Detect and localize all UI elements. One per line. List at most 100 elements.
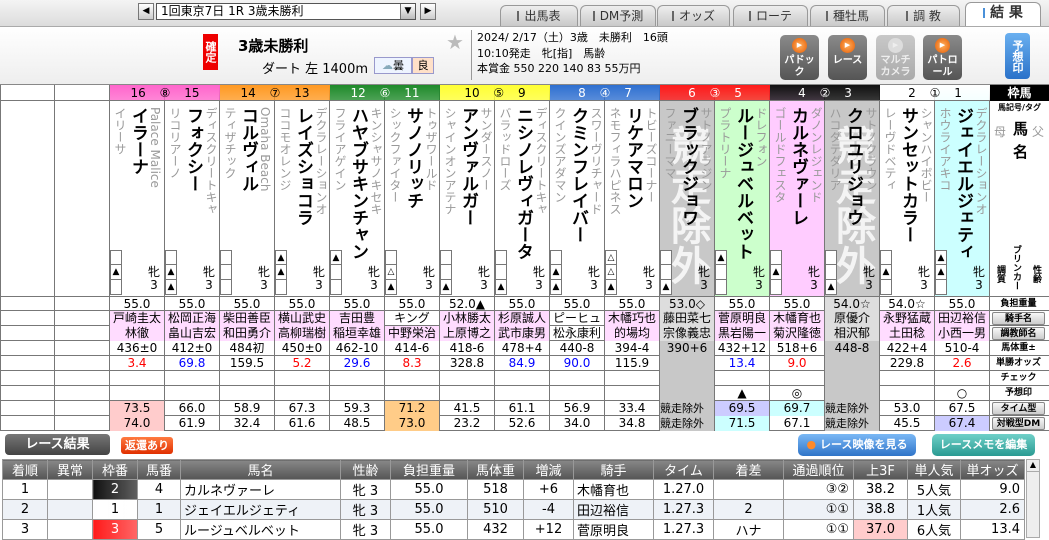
tag-box[interactable] — [770, 280, 782, 295]
video-button-0[interactable]: ▶ パドック — [780, 35, 819, 80]
check[interactable] — [660, 371, 715, 386]
tag-box[interactable]: ▲ — [605, 280, 617, 295]
tag-box[interactable]: ▲ — [660, 280, 672, 295]
star-icon[interactable]: ★ — [446, 30, 464, 54]
tag-box[interactable]: ▲ — [165, 265, 177, 280]
tag-box[interactable]: ▲ — [110, 265, 122, 280]
tag-box[interactable]: ▲ — [275, 250, 287, 265]
tag-box[interactable] — [330, 265, 342, 280]
tag-box[interactable] — [330, 280, 342, 295]
tag-box[interactable]: ▲ — [385, 280, 397, 295]
horse-name[interactable]: レイズショコラ — [293, 107, 313, 226]
check[interactable] — [220, 371, 275, 386]
horse-column[interactable]: ホウライアキコ ジェイエルジェティ デクラレーションオ ▲ ▲ 牝3 — [935, 85, 990, 296]
results-scrollbar[interactable]: ▲ — [1026, 459, 1040, 538]
check[interactable] — [550, 371, 605, 386]
tab-5[interactable]: 調 教 — [887, 5, 960, 26]
tab-1[interactable]: DM予測 — [580, 5, 656, 26]
tag-box[interactable] — [495, 265, 507, 280]
tag-box[interactable]: ▲ — [935, 265, 947, 280]
tag-box[interactable] — [825, 250, 837, 265]
horse-column[interactable]: ココモオレンジ レイズショコラ デクラレーションオ ▲ ▲ 牝3 — [275, 85, 330, 296]
horse-name[interactable]: ニシノレヴィガータ — [513, 107, 533, 260]
column-header[interactable]: 着差 — [713, 459, 784, 480]
tag-box[interactable] — [715, 265, 727, 280]
tab-6[interactable]: 結 果 — [965, 2, 1041, 26]
column-header[interactable]: 騎手 — [573, 459, 654, 480]
tag-box[interactable] — [165, 250, 177, 265]
prev-race-button[interactable]: ◀ — [138, 3, 154, 20]
result-row[interactable]: 2 1 1 ジェイエルジェティ牝 3 55.0 510 -4 田辺裕信 1.27.3 2 ①① 38.… — [2, 499, 1025, 520]
column-header[interactable]: 上3F — [853, 459, 908, 480]
tag-box[interactable] — [660, 250, 672, 265]
result-row[interactable]: 3 3 5 ルージュベルベット牝 3 55.0 432 +12 菅原明良 1.27.3 ハナ ①① 3… — [2, 519, 1025, 540]
horse-name[interactable]: アンヴァルガー — [458, 107, 478, 226]
watch-race-video-button[interactable]: ● レース映像を見る — [798, 434, 916, 456]
column-header[interactable]: 枠番 — [92, 459, 138, 480]
tag-box[interactable]: ▲ — [880, 265, 892, 280]
tag-box[interactable]: ▲ — [275, 265, 287, 280]
horse-name[interactable]: ジェイエルジェティ — [953, 107, 973, 260]
edit-race-memo-button[interactable]: レースメモを編集 — [932, 434, 1035, 456]
horse-name[interactable]: カルネヴァーレ — [788, 107, 808, 226]
horse-column[interactable]: リコリアーノ フォクシー ディスクリートキャ ▲ ▲ 牝3 — [165, 85, 220, 296]
tag-box[interactable] — [495, 250, 507, 265]
horse-column[interactable]: ティザチック コルヴィル Omaha Beach 牝3 — [220, 85, 275, 296]
tab-2[interactable]: オッズ — [657, 5, 730, 26]
tab-4[interactable]: 種牡馬 — [810, 5, 885, 26]
column-header[interactable]: 馬名 — [180, 459, 341, 480]
video-button-3[interactable]: ▶ パトロール — [923, 35, 962, 80]
tag-box[interactable]: ▲ — [440, 280, 452, 295]
check[interactable] — [385, 371, 440, 386]
horse-name[interactable]: リケアマロン — [623, 107, 643, 209]
horse-name[interactable]: ブラックジョワ — [678, 107, 698, 226]
horse-name[interactable]: クロユリジョウ — [843, 107, 863, 226]
horse-column[interactable]: 競走除外 ハコダテダリア クロユリジョウ サトノクラウン ▲ 牝3 — [825, 85, 880, 296]
horse-column[interactable]: 競走除外 ファニーママ ブラックジョワ サトノアラジン ▲ 牝3 — [660, 85, 715, 296]
check[interactable] — [110, 371, 165, 386]
check[interactable] — [715, 371, 770, 386]
horse-column[interactable]: クインズアダマン クミンフレイバー スワーヴリチャード ▲ ▲ 牝3 — [550, 85, 605, 296]
row-label[interactable]: 調教師名 — [992, 327, 1045, 340]
horse-column[interactable]: イリーサ イラーナ Palace Malice ▲ 牝3 — [110, 85, 165, 296]
column-header[interactable]: 着順 — [2, 459, 48, 480]
tag-box[interactable]: ▲ — [770, 265, 782, 280]
column-header[interactable]: 通過順位 — [783, 459, 854, 480]
tag-box[interactable] — [220, 250, 232, 265]
chevron-down-icon[interactable]: ▼ — [400, 4, 415, 19]
tag-box[interactable] — [715, 280, 727, 295]
refund-badge[interactable]: 返還あり — [121, 437, 173, 454]
column-header[interactable]: タイム — [653, 459, 714, 480]
horse-name[interactable]: フォクシー — [183, 107, 203, 192]
horse-name[interactable]: ルージュベルベット — [733, 107, 753, 260]
horse-column[interactable]: シャインオンアテナ アンヴァルガー サンダースノー ▲ 牝3 — [440, 85, 495, 296]
tag-box[interactable] — [550, 250, 562, 265]
tag-box[interactable]: ▲ — [495, 280, 507, 295]
check[interactable] — [880, 371, 935, 386]
horse-name[interactable]: クミンフレイバー — [568, 107, 588, 243]
horse-column[interactable]: フライアゲイン ハヤブサキンチャン キンシャサノキセキ ▲ 牝3 — [330, 85, 385, 296]
column-header[interactable]: 馬体重 — [467, 459, 524, 480]
row-label[interactable]: タイム型DM — [992, 402, 1045, 427]
row-label[interactable]: 騎手名 — [992, 312, 1045, 325]
check[interactable] — [605, 371, 660, 386]
tag-box[interactable]: ▲ — [550, 265, 562, 280]
tag-box[interactable] — [220, 280, 232, 295]
tag-box[interactable]: ▲ — [330, 250, 342, 265]
column-header[interactable]: 異常 — [47, 459, 93, 480]
next-race-button[interactable]: ▶ — [420, 3, 436, 20]
tag-box[interactable]: △ — [385, 265, 397, 280]
tag-box[interactable] — [935, 280, 947, 295]
horse-column[interactable]: バラッドローズ ニシノレヴィガータ ディスクリートキャ ▲ 牝3 — [495, 85, 550, 296]
check[interactable] — [935, 371, 990, 386]
tag-box[interactable] — [825, 265, 837, 280]
tag-box[interactable] — [110, 280, 122, 295]
tag-box[interactable] — [770, 250, 782, 265]
horse-column[interactable]: プラトリーナ ルージュベルベット ドレフォン ▲ 牝3 — [715, 85, 770, 296]
tag-box[interactable]: ▲ — [550, 280, 562, 295]
tag-box[interactable] — [385, 250, 397, 265]
tag-box[interactable]: ▲ — [715, 250, 727, 265]
column-header[interactable]: 単オッズ — [960, 459, 1025, 480]
check[interactable] — [440, 371, 495, 386]
tag-box[interactable]: ▲ — [825, 280, 837, 295]
